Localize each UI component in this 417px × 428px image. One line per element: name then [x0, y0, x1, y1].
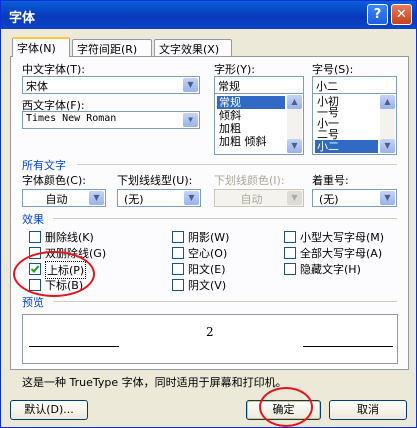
western-font-value: Times New Roman: [26, 113, 117, 124]
underline-type-value: (无): [124, 193, 144, 206]
font-color-label: 字体颜色(C):: [22, 174, 86, 187]
list-item[interactable]: 加粗: [217, 122, 241, 135]
font-style-input[interactable]: 常规: [214, 76, 304, 94]
font-size-input[interactable]: 小二: [312, 76, 397, 94]
chinese-font-label: 中文字体(T):: [22, 63, 86, 76]
preview-sample: 2: [206, 325, 214, 339]
divider: [77, 164, 397, 165]
list-item[interactable]: 常规: [217, 96, 285, 109]
shadow-checkbox[interactable]: [172, 231, 184, 243]
font-size-label: 字号(S):: [312, 63, 354, 76]
annotation-circle-ok: [259, 387, 313, 427]
emboss-checkbox[interactable]: [172, 263, 184, 275]
help-button[interactable]: ?: [367, 4, 388, 25]
list-item[interactable]: 倾斜: [217, 109, 241, 122]
chevron-down-icon[interactable]: ▼: [380, 191, 395, 205]
scroll-up-icon[interactable]: ▲: [287, 95, 302, 109]
outline-checkbox[interactable]: [172, 247, 184, 259]
chinese-font-value: 宋体: [26, 80, 48, 93]
underline-type-label: 下划线线型(U):: [117, 174, 193, 187]
font-style-label: 字形(Y):: [214, 63, 256, 76]
shadow-label[interactable]: 阴影(W): [188, 229, 229, 245]
chinese-font-select[interactable]: 宋体 ▼: [22, 76, 200, 94]
close-button[interactable]: ✕: [391, 4, 412, 25]
font-color-value: 自动: [45, 193, 68, 206]
font-style-list[interactable]: 常规 倾斜 加粗 加粗 倾斜 ▲ ▼: [214, 93, 304, 155]
tab-character-spacing[interactable]: 字符间距(R): [72, 39, 152, 56]
scroll-down-icon[interactable]: ▼: [380, 139, 395, 153]
all-caps-checkbox[interactable]: [284, 247, 296, 259]
emphasis-mark-value: (无): [319, 193, 339, 206]
list-item[interactable]: 加粗 倾斜: [217, 135, 267, 148]
small-caps-checkbox[interactable]: [284, 231, 296, 243]
engrave-checkbox[interactable]: [172, 279, 184, 291]
annotation-circle-superscript: [13, 251, 95, 297]
tab-text-effects[interactable]: 文字效果(X): [154, 39, 232, 56]
effects-section-label: 效果: [22, 213, 44, 226]
underline-color-value: 自动: [240, 193, 263, 206]
underline-color-select: 自动 ▼: [214, 189, 304, 207]
scrollbar[interactable]: ▲ ▼: [287, 95, 302, 153]
all-caps-label[interactable]: 全部大写字母(A): [300, 245, 382, 261]
emphasis-mark-label: 着重号:: [312, 174, 349, 187]
baseline-right: [303, 346, 393, 347]
strikethrough-checkbox[interactable]: [29, 231, 41, 243]
chevron-down-icon[interactable]: ▼: [183, 113, 198, 127]
scroll-up-icon[interactable]: ▲: [380, 95, 395, 109]
outline-label[interactable]: 空心(O): [188, 245, 227, 261]
baseline-left: [29, 346, 119, 347]
font-description: 这是一种 TrueType 字体，同时适用于屏幕和打印机。: [22, 376, 287, 389]
divider: [53, 301, 397, 302]
engrave-label[interactable]: 阴文(V): [188, 277, 226, 293]
western-font-select[interactable]: Times New Roman ▼: [22, 111, 200, 129]
chevron-down-icon[interactable]: ▼: [184, 191, 199, 205]
preview-section-label: 预览: [22, 296, 44, 309]
hidden-text-checkbox[interactable]: [284, 263, 296, 275]
underline-color-label: 下划线颜色(I):: [214, 174, 285, 187]
chevron-down-icon[interactable]: ▼: [183, 78, 198, 92]
chevron-down-icon: ▼: [287, 191, 302, 205]
scroll-down-icon[interactable]: ▼: [287, 139, 302, 153]
emphasis-mark-select[interactable]: (无) ▼: [312, 189, 397, 207]
list-item[interactable]: 小二: [315, 140, 378, 153]
all-text-section-label: 所有文字: [22, 159, 66, 172]
title-bar[interactable]: 字体 ? ✕: [1, 1, 416, 29]
font-color-select[interactable]: 自动 ▼: [22, 189, 106, 207]
default-button[interactable]: 默认(D)...: [10, 400, 88, 420]
preview-box: 2: [22, 314, 398, 364]
tab-font[interactable]: 字体(N): [12, 37, 70, 57]
hidden-text-label[interactable]: 隐藏文字(H): [300, 261, 361, 277]
strikethrough-label[interactable]: 删除线(K): [45, 229, 94, 245]
window-title: 字体: [9, 11, 36, 26]
underline-type-select[interactable]: (无) ▼: [117, 189, 201, 207]
divider: [53, 218, 397, 219]
small-caps-label[interactable]: 小型大写字母(M): [300, 229, 384, 245]
chevron-down-icon[interactable]: ▼: [89, 191, 104, 205]
scrollbar[interactable]: ▲ ▼: [380, 95, 395, 153]
emboss-label[interactable]: 阳文(E): [188, 261, 226, 277]
cancel-button[interactable]: 取消: [329, 400, 407, 420]
font-size-list[interactable]: 小初 一号 小一 二号 小二 ▲ ▼: [312, 93, 397, 155]
font-dialog: 字体 ? ✕ 字体(N) 字符间距(R) 文字效果(X) 中文字体(T): 宋体…: [0, 0, 417, 428]
